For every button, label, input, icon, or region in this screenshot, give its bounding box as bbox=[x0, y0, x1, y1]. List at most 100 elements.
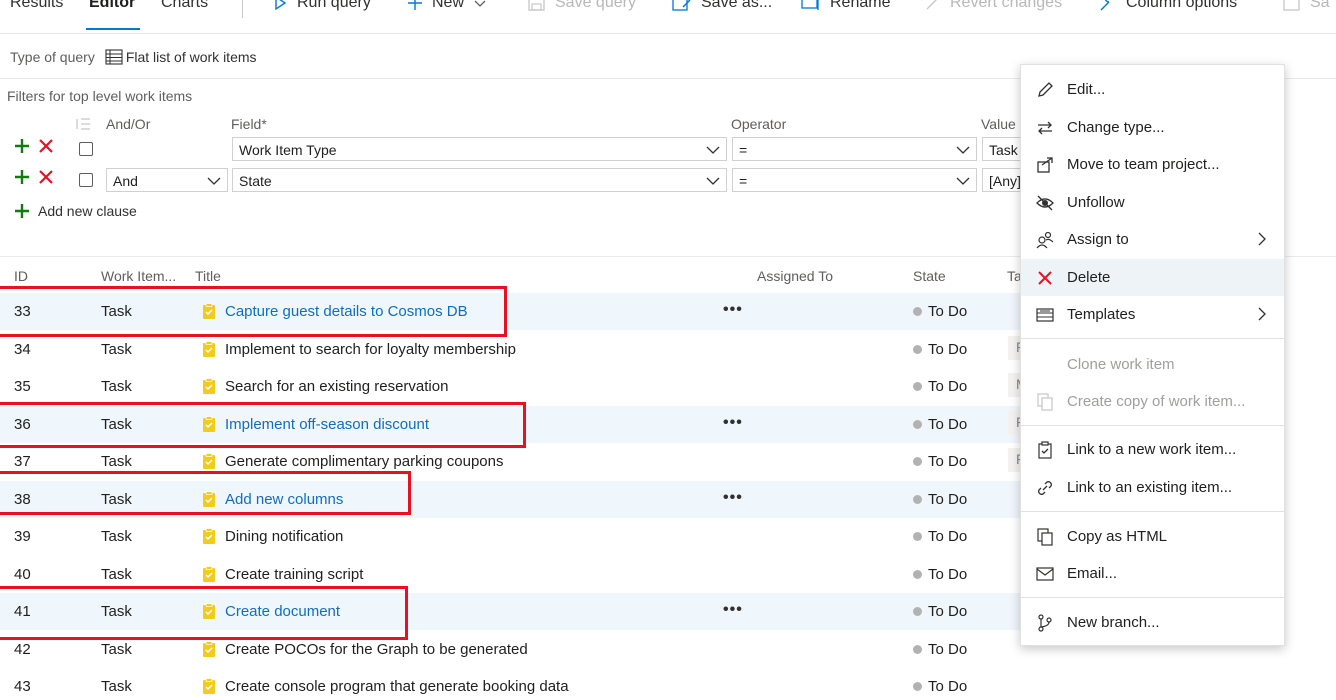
rename-button[interactable]: Rename bbox=[801, 0, 890, 12]
save-query-button[interactable]: Save query bbox=[528, 0, 636, 12]
more-actions-icon[interactable]: ••• bbox=[723, 601, 743, 619]
menu-item-assign-to[interactable]: Assign to bbox=[1021, 221, 1284, 258]
table-row[interactable]: 43 Task Create console program that genera… bbox=[0, 668, 1020, 700]
save-icon bbox=[1283, 0, 1300, 11]
cell-state: To Do bbox=[913, 341, 967, 358]
column-header-id[interactable]: ID bbox=[14, 268, 28, 284]
operator-value: = bbox=[739, 173, 748, 189]
column-options-button[interactable]: Column options bbox=[1099, 0, 1237, 12]
link-icon bbox=[1035, 478, 1055, 498]
cell-title[interactable]: Generate complimentary parking coupons bbox=[225, 453, 503, 470]
state-dot bbox=[913, 682, 922, 691]
save-as-label: Save as... bbox=[701, 0, 773, 11]
save-as-icon bbox=[672, 0, 691, 11]
table-row[interactable]: 39 Task Dining notification To Do bbox=[0, 518, 1020, 555]
column-header-assigned-to[interactable]: Assigned To bbox=[757, 268, 833, 284]
menu-item-label: Copy as HTML bbox=[1067, 528, 1168, 545]
cell-state: To Do bbox=[913, 491, 967, 508]
tab-editor[interactable]: Editor bbox=[89, 0, 135, 12]
field-dropdown[interactable]: State bbox=[232, 168, 727, 192]
revert-icon bbox=[926, 0, 937, 10]
add-new-clause-button[interactable]: Add new clause bbox=[14, 203, 137, 219]
plus-icon bbox=[408, 0, 422, 10]
cell-id: 39 bbox=[14, 528, 31, 545]
highlight-box bbox=[0, 402, 526, 448]
play-icon bbox=[275, 0, 287, 11]
remove-clause-icon[interactable] bbox=[37, 137, 55, 155]
cell-title[interactable]: Dining notification bbox=[225, 528, 343, 545]
state-label: To Do bbox=[928, 378, 968, 395]
menu-divider bbox=[1021, 511, 1284, 512]
filters-title: Filters for top level work items bbox=[7, 88, 193, 104]
menu-item-link-existing-item[interactable]: Link to an existing item... bbox=[1021, 469, 1284, 506]
menu-item-new-branch[interactable]: New branch... bbox=[1021, 604, 1284, 641]
query-type-dropdown[interactable]: Flat list of work items bbox=[105, 49, 257, 65]
add-clause-icon[interactable] bbox=[13, 168, 31, 186]
menu-item-label: New branch... bbox=[1067, 614, 1160, 631]
menu-item-create-copy[interactable]: Create copy of work item... bbox=[1021, 383, 1284, 420]
menu-item-edit[interactable]: Edit... bbox=[1021, 71, 1284, 108]
state-dot bbox=[913, 569, 922, 579]
task-clipboard-icon bbox=[203, 678, 215, 694]
clause-checkbox[interactable] bbox=[79, 142, 93, 156]
andor-dropdown[interactable]: And bbox=[106, 168, 228, 192]
state-dot bbox=[913, 607, 922, 616]
cell-title[interactable]: Create POCOs for the Graph to be generat… bbox=[225, 641, 528, 658]
tab-charts[interactable]: Charts bbox=[161, 0, 208, 12]
menu-item-label: Delete bbox=[1067, 269, 1111, 286]
more-actions-icon[interactable]: ••• bbox=[723, 489, 743, 507]
menu-item-label: Edit... bbox=[1067, 81, 1106, 98]
menu-item-move-to-team-project[interactable]: Move to team project... bbox=[1021, 146, 1284, 183]
cell-title[interactable]: Create console program that generate boo… bbox=[225, 678, 569, 695]
save-as-button[interactable]: Save as... bbox=[672, 0, 772, 12]
clause-checkbox[interactable] bbox=[79, 173, 93, 187]
save-items-button[interactable]: Sa bbox=[1283, 0, 1330, 12]
state-label: To Do bbox=[928, 490, 968, 508]
cell-state: To Do bbox=[913, 566, 967, 583]
cell-state: To Do bbox=[913, 641, 967, 658]
add-clause-icon[interactable] bbox=[13, 137, 31, 155]
menu-item-label: Templates bbox=[1067, 306, 1136, 323]
query-type-value: Flat list of work items bbox=[125, 49, 257, 65]
table-row[interactable]: 35 Task Search for an existing reservation… bbox=[0, 368, 1020, 405]
run-query-button[interactable]: Run query bbox=[272, 0, 371, 12]
cell-state: To Do bbox=[913, 528, 967, 545]
column-header-work-item-type[interactable]: Work Item... bbox=[101, 268, 176, 284]
remove-clause-icon[interactable] bbox=[37, 168, 55, 186]
cell-title[interactable]: Create training script bbox=[225, 566, 363, 583]
operator-dropdown[interactable]: = bbox=[732, 137, 977, 161]
new-button[interactable]: New bbox=[407, 0, 495, 12]
menu-item-change-type[interactable]: Change type... bbox=[1021, 109, 1284, 146]
query-type-row: Type of query Flat list of work items bbox=[10, 49, 257, 65]
state-dot bbox=[913, 532, 922, 541]
more-actions-icon[interactable]: ••• bbox=[723, 301, 743, 319]
operator-dropdown[interactable]: = bbox=[732, 168, 977, 192]
tab-results[interactable]: Results bbox=[10, 0, 63, 12]
template-icon bbox=[1035, 305, 1055, 325]
menu-item-clone-work-item[interactable]: Clone work item bbox=[1021, 346, 1284, 383]
menu-divider bbox=[1021, 338, 1284, 339]
menu-item-link-new-work-item[interactable]: Link to a new work item... bbox=[1021, 431, 1284, 468]
field-header: Field* bbox=[231, 116, 267, 132]
menu-item-email[interactable]: Email... bbox=[1021, 555, 1284, 592]
state-dot bbox=[913, 644, 922, 654]
column-header-state[interactable]: State bbox=[913, 268, 946, 284]
menu-item-copy-as-html[interactable]: Copy as HTML bbox=[1021, 518, 1284, 555]
cell-title[interactable]: Implement to search for loyalty membersh… bbox=[225, 341, 516, 358]
menu-item-unfollow[interactable]: Unfollow bbox=[1021, 184, 1284, 221]
more-actions-icon[interactable]: ••• bbox=[723, 414, 743, 432]
cell-state: To Do bbox=[913, 378, 967, 395]
cell-title[interactable]: Search for an existing reservation bbox=[225, 378, 448, 395]
state-label: To Do bbox=[928, 603, 968, 620]
revert-changes-button[interactable]: Revert changes bbox=[925, 0, 1062, 12]
menu-item-delete[interactable]: Delete bbox=[1021, 259, 1284, 296]
menu-item-templates[interactable]: Templates bbox=[1021, 296, 1284, 333]
chevron-down-icon bbox=[956, 146, 970, 154]
column-header-title[interactable]: Title bbox=[195, 268, 221, 284]
cell-state: To Do bbox=[913, 453, 967, 470]
state-label: To Do bbox=[928, 565, 968, 583]
task-clipboard-icon bbox=[203, 453, 215, 469]
mail-icon bbox=[1035, 564, 1055, 584]
group-clauses-icon[interactable] bbox=[74, 115, 92, 133]
field-dropdown[interactable]: Work Item Type bbox=[232, 137, 727, 161]
